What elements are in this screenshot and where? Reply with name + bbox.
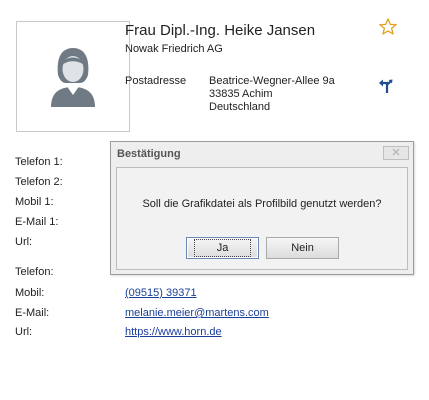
dialog-body: Soll die Grafikdatei als Profilbild genu… xyxy=(116,167,408,270)
yes-button[interactable]: Ja xyxy=(186,237,259,259)
label-telefon: Telefon: xyxy=(15,266,54,278)
no-button[interactable]: Nein xyxy=(266,237,339,259)
label-url-1: Url: xyxy=(15,236,33,248)
address-country: Deutschland xyxy=(209,101,271,113)
email-link[interactable]: melanie.meier@martens.com xyxy=(125,307,269,319)
confirmation-dialog: Bestätigung Soll die Grafikdatei als Pro… xyxy=(110,141,414,275)
label-email: E-Mail: xyxy=(15,307,50,319)
yes-button-label: Ja xyxy=(193,239,252,257)
route-arrow-icon[interactable] xyxy=(378,76,394,94)
contact-company: Nowak Friedrich AG xyxy=(125,43,223,55)
dialog-message: Soll die Grafikdatei als Profilbild genu… xyxy=(142,198,382,210)
label-email-1: E-Mail 1: xyxy=(15,216,59,228)
profile-photo[interactable] xyxy=(16,21,130,132)
contact-name: Frau Dipl.-Ing. Heike Jansen xyxy=(125,22,316,39)
no-button-label: Nein xyxy=(291,242,314,254)
label-mobil: Mobil: xyxy=(15,287,45,299)
person-avatar-icon xyxy=(51,47,95,107)
label-telefon-1: Telefon 1: xyxy=(15,156,63,168)
dialog-close-button[interactable] xyxy=(383,146,409,160)
label-telefon-2: Telefon 2: xyxy=(15,176,63,188)
mobil-link[interactable]: (09515) 39371 xyxy=(125,287,197,299)
label-mobil-1: Mobil 1: xyxy=(15,196,54,208)
close-icon xyxy=(391,147,401,159)
label-url: Url: xyxy=(15,326,33,338)
address-label: Postadresse xyxy=(125,75,187,87)
address-block: Beatrice-Wegner-Allee 9a 33835 Achim Deu… xyxy=(209,75,335,114)
url-link[interactable]: https://www.horn.de xyxy=(125,326,222,338)
dialog-title: Bestätigung xyxy=(117,148,181,160)
address-city: 33835 Achim xyxy=(209,88,273,100)
star-icon[interactable] xyxy=(378,17,398,37)
address-street: Beatrice-Wegner-Allee 9a xyxy=(209,75,335,87)
